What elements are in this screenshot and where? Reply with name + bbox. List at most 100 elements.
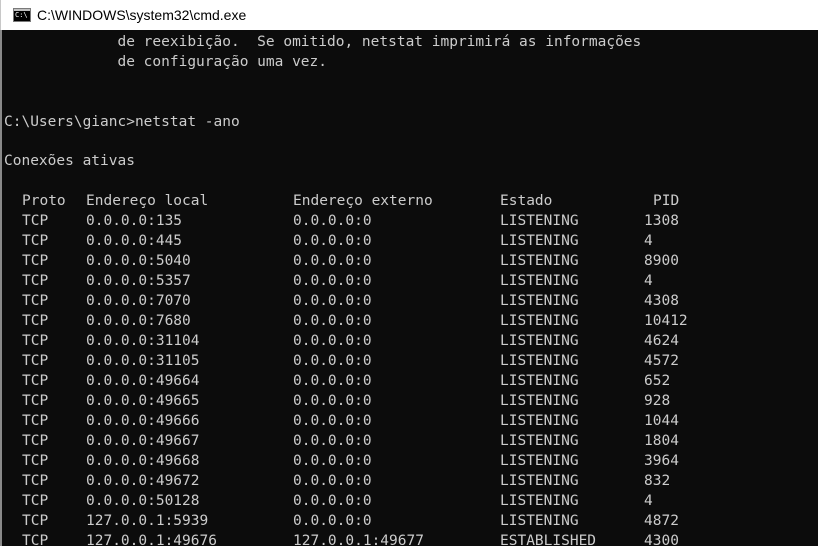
cell-pid: 1044	[644, 413, 679, 429]
cell-local-address: 0.0.0.0:49667	[86, 433, 200, 449]
help-text-line: de configuração uma vez.	[4, 54, 328, 70]
table-header: Proto Endereço local Endereço externo Es…	[2, 191, 818, 211]
cell-pid: 1308	[644, 213, 679, 229]
title-bar[interactable]: C:\WINDOWS\system32\cmd.exe	[0, 0, 818, 30]
cell-pid: 10412	[644, 313, 688, 329]
table-row: TCP 0.0.0.0:31104 0.0.0.0:0 LISTENING 46…	[2, 331, 818, 351]
command-prompt-line: C:\Users\gianc>netstat -ano	[4, 114, 240, 130]
header-state: Estado	[500, 193, 553, 209]
table-row: TCP 0.0.0.0:445 0.0.0.0:0 LISTENING 4	[2, 231, 818, 251]
section-title: Conexões ativas	[4, 153, 135, 169]
cell-state: LISTENING	[500, 233, 579, 249]
cell-local-address: 0.0.0.0:445	[86, 233, 183, 249]
cell-local-address: 0.0.0.0:7680	[86, 313, 191, 329]
cell-state: LISTENING	[500, 253, 579, 269]
table-row: TCP 0.0.0.0:7070 0.0.0.0:0 LISTENING 430…	[2, 291, 818, 311]
header-local-address: Endereço local	[86, 193, 209, 209]
cell-external-address: 0.0.0.0:0	[293, 473, 372, 489]
cell-pid: 4	[644, 233, 653, 249]
cell-local-address: 0.0.0.0:5357	[86, 273, 191, 289]
table-row: TCP 0.0.0.0:49667 0.0.0.0:0 LISTENING 18…	[2, 431, 818, 451]
cell-local-address: 0.0.0.0:7070	[86, 293, 191, 309]
cmd-console-icon[interactable]	[13, 8, 31, 22]
cell-proto: TCP	[22, 213, 49, 229]
cell-proto: TCP	[22, 473, 49, 489]
cmd-window: C:\WINDOWS\system32\cmd.exe de reexibiçã…	[0, 0, 818, 546]
cell-state: LISTENING	[500, 453, 579, 469]
table-row: TCP 0.0.0.0:5040 0.0.0.0:0 LISTENING 890…	[2, 251, 818, 271]
table-row: TCP 0.0.0.0:49668 0.0.0.0:0 LISTENING 39…	[2, 451, 818, 471]
cell-external-address: 0.0.0.0:0	[293, 333, 372, 349]
cell-external-address: 0.0.0.0:0	[293, 373, 372, 389]
table-row: TCP 0.0.0.0:49664 0.0.0.0:0 LISTENING 65…	[2, 371, 818, 391]
cell-state: LISTENING	[500, 513, 579, 529]
cell-external-address: 0.0.0.0:0	[293, 433, 372, 449]
table-row: TCP 0.0.0.0:49666 0.0.0.0:0 LISTENING 10…	[2, 411, 818, 431]
cell-external-address: 0.0.0.0:0	[293, 493, 372, 509]
cell-state: LISTENING	[500, 413, 579, 429]
cell-proto: TCP	[22, 313, 49, 329]
cell-state: LISTENING	[500, 273, 579, 289]
cell-local-address: 0.0.0.0:31105	[86, 353, 200, 369]
cell-proto: TCP	[22, 533, 49, 546]
table-row: TCP 127.0.0.1:49676 127.0.0.1:49677 ESTA…	[2, 531, 818, 546]
cell-external-address: 0.0.0.0:0	[293, 233, 372, 249]
cell-local-address: 0.0.0.0:135	[86, 213, 183, 229]
cell-proto: TCP	[22, 353, 49, 369]
console-output[interactable]: de reexibição. Se omitido, netstat impri…	[0, 30, 818, 546]
cell-external-address: 0.0.0.0:0	[293, 273, 372, 289]
cell-external-address: 0.0.0.0:0	[293, 213, 372, 229]
cell-proto: TCP	[22, 373, 49, 389]
cell-proto: TCP	[22, 513, 49, 529]
cell-state: LISTENING	[500, 333, 579, 349]
cell-state: LISTENING	[500, 433, 579, 449]
cell-external-address: 0.0.0.0:0	[293, 313, 372, 329]
cell-proto: TCP	[22, 453, 49, 469]
table-row: TCP 0.0.0.0:31105 0.0.0.0:0 LISTENING 45…	[2, 351, 818, 371]
cell-state: LISTENING	[500, 473, 579, 489]
cell-local-address: 0.0.0.0:49664	[86, 373, 200, 389]
cell-proto: TCP	[22, 333, 49, 349]
header-external-address: Endereço externo	[293, 193, 433, 209]
cell-proto: TCP	[22, 253, 49, 269]
cell-external-address: 0.0.0.0:0	[293, 393, 372, 409]
header-proto: Proto	[22, 193, 66, 209]
cell-proto: TCP	[22, 293, 49, 309]
cell-state: ESTABLISHED	[500, 533, 597, 546]
cell-state: LISTENING	[500, 353, 579, 369]
cell-local-address: 0.0.0.0:5040	[86, 253, 191, 269]
cell-pid: 1804	[644, 433, 679, 449]
cell-external-address: 127.0.0.1:49677	[293, 533, 424, 546]
cell-proto: TCP	[22, 393, 49, 409]
cell-pid: 4	[644, 493, 653, 509]
cell-local-address: 0.0.0.0:49672	[86, 473, 200, 489]
cell-pid: 4624	[644, 333, 679, 349]
cell-proto: TCP	[22, 273, 49, 289]
table-row: TCP 0.0.0.0:7680 0.0.0.0:0 LISTENING 104…	[2, 311, 818, 331]
cell-external-address: 0.0.0.0:0	[293, 253, 372, 269]
cell-pid: 832	[644, 473, 671, 489]
cell-local-address: 0.0.0.0:49668	[86, 453, 200, 469]
cell-proto: TCP	[22, 233, 49, 249]
cell-pid: 652	[644, 373, 671, 389]
cell-external-address: 0.0.0.0:0	[293, 413, 372, 429]
cell-state: LISTENING	[500, 313, 579, 329]
cell-pid: 4300	[644, 533, 679, 546]
table-row: TCP 0.0.0.0:49665 0.0.0.0:0 LISTENING 92…	[2, 391, 818, 411]
cell-pid: 4	[644, 273, 653, 289]
cell-external-address: 0.0.0.0:0	[293, 353, 372, 369]
table-row: TCP 0.0.0.0:50128 0.0.0.0:0 LISTENING 4	[2, 491, 818, 511]
cell-state: LISTENING	[500, 213, 579, 229]
header-pid: PID	[653, 193, 680, 209]
cell-external-address: 0.0.0.0:0	[293, 293, 372, 309]
cell-local-address: 0.0.0.0:49665	[86, 393, 200, 409]
cell-proto: TCP	[22, 433, 49, 449]
cell-proto: TCP	[22, 493, 49, 509]
cell-pid: 928	[644, 393, 671, 409]
cell-local-address: 0.0.0.0:50128	[86, 493, 200, 509]
cell-external-address: 0.0.0.0:0	[293, 453, 372, 469]
cell-local-address: 127.0.0.1:49676	[86, 533, 217, 546]
cell-pid: 4572	[644, 353, 679, 369]
cell-proto: TCP	[22, 413, 49, 429]
cell-pid: 8900	[644, 253, 679, 269]
